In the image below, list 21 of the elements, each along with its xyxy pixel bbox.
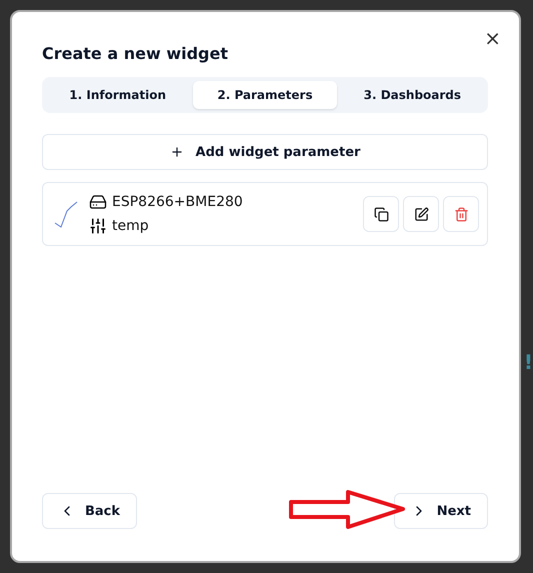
- step-tab[interactable]: 2. Parameters: [193, 81, 337, 109]
- next-button[interactable]: Next: [394, 493, 488, 529]
- plus-icon: [170, 145, 184, 159]
- step-tab[interactable]: 3. Dashboards: [340, 81, 484, 109]
- copy-icon: [374, 206, 388, 222]
- close-button[interactable]: ×: [482, 28, 503, 48]
- trash-icon: [454, 206, 468, 222]
- line-chart-icon: [53, 199, 79, 229]
- backdrop-mark: !: [524, 350, 533, 374]
- edit-icon: [414, 206, 428, 222]
- drive-icon: [89, 193, 107, 211]
- sliders-icon: [89, 217, 107, 235]
- back-button[interactable]: Back: [42, 493, 138, 529]
- edit-button[interactable]: [403, 196, 439, 232]
- step-tab[interactable]: 1. Information: [46, 81, 190, 109]
- parameter-name: temp: [112, 218, 149, 234]
- dialog-title: Create a new widget: [42, 44, 229, 63]
- add-parameter-button[interactable]: Add widget parameter: [42, 134, 488, 170]
- copy-button[interactable]: [363, 196, 399, 232]
- device-name: ESP8266+BME280: [112, 194, 243, 210]
- delete-button[interactable]: [443, 196, 479, 232]
